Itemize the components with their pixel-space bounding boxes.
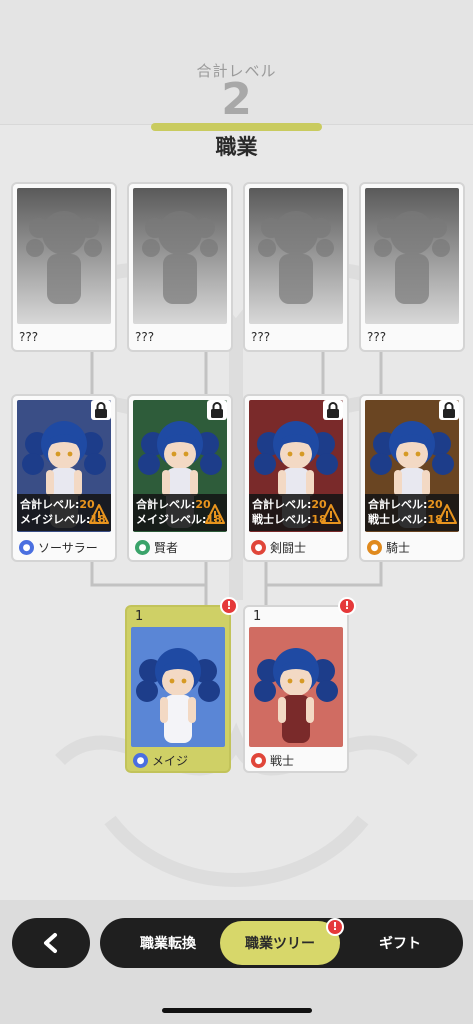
job-name-row: ● 賢者 (135, 539, 178, 556)
job-requirements: 合計レベル: 20 戦士レベル: 18 (365, 494, 459, 531)
warning-icon (205, 503, 225, 525)
lock-icon (207, 400, 227, 420)
tab-gift[interactable]: ギフト (340, 921, 460, 965)
warning-icon (437, 503, 457, 525)
mage-icon: ● (133, 753, 148, 768)
tab-bar: 職業転換 職業ツリー ギフト (100, 918, 463, 968)
job-level: 1 (135, 609, 144, 624)
job-name: メイジ (152, 754, 189, 768)
job-silhouette (133, 188, 227, 324)
warning-icon (89, 503, 109, 525)
advanced-job-card[interactable]: 合計レベル:20 メイジレベル:18 ● 賢者 (127, 394, 233, 562)
warning-icon (321, 503, 341, 525)
locked-job-card[interactable]: ??? (359, 182, 465, 352)
job-requirements: 合計レベル: 20 戦士レベル: 18 (249, 494, 343, 531)
chevron-left-icon (44, 933, 57, 953)
locked-job-card[interactable]: ??? (11, 182, 117, 352)
advanced-job-card[interactable]: 合計レベル:20 メイジレベル:18 ● ソーサラー (11, 394, 117, 562)
sorcerer-icon: ● (19, 540, 34, 555)
job-name: ??? (19, 330, 39, 344)
sage-icon: ● (135, 540, 150, 555)
job-name: 剣闘士 (270, 541, 307, 555)
gladiator-icon: ● (251, 540, 266, 555)
job-name: 戦士 (270, 754, 295, 768)
job-name: ??? (135, 330, 155, 344)
tab-job-tree-alert-badge: ! (326, 918, 344, 936)
job-name: ??? (367, 330, 387, 344)
job-portrait (249, 627, 343, 747)
job-alert-badge: ! (338, 597, 356, 615)
lock-icon (323, 400, 343, 420)
job-name: ソーサラー (38, 541, 98, 555)
job-name-row: ● 剣闘士 (251, 539, 306, 556)
warrior-icon: ● (251, 753, 266, 768)
job-name: 騎士 (386, 541, 411, 555)
job-requirements: 合計レベル:20 メイジレベル:18 (17, 494, 111, 531)
locked-job-card[interactable]: ??? (243, 182, 349, 352)
job-name: ??? (251, 330, 271, 344)
base-job-card-selected[interactable]: 1 ● メイジ (125, 605, 231, 773)
job-alert-badge: ! (220, 597, 238, 615)
tab-job-tree[interactable]: 職業ツリー (220, 921, 340, 965)
lock-icon (439, 400, 459, 420)
knight-icon: ● (367, 540, 382, 555)
job-silhouette (249, 188, 343, 324)
advanced-job-card[interactable]: 合計レベル: 20 戦士レベル: 18 ● 騎士 (359, 394, 465, 562)
back-button[interactable] (12, 918, 90, 968)
locked-job-card[interactable]: ??? (127, 182, 233, 352)
advanced-job-card[interactable]: 合計レベル: 20 戦士レベル: 18 ● 剣闘士 (243, 394, 349, 562)
base-job-card[interactable]: 1 ● 戦士 (243, 605, 349, 773)
job-level: 1 (253, 609, 262, 624)
job-requirements: 合計レベル:20 メイジレベル:18 (133, 494, 227, 531)
home-indicator (162, 1008, 312, 1013)
job-silhouette (365, 188, 459, 324)
job-name-row: ● ソーサラー (19, 539, 98, 556)
job-portrait (131, 627, 225, 747)
tab-job-change[interactable]: 職業転換 (108, 921, 228, 965)
job-name: 賢者 (154, 541, 179, 555)
job-name-row: ● 騎士 (367, 539, 410, 556)
job-silhouette (17, 188, 111, 324)
job-name-row: ● 戦士 (251, 752, 294, 769)
job-name-row: ● メイジ (133, 752, 188, 769)
lock-icon (91, 400, 111, 420)
